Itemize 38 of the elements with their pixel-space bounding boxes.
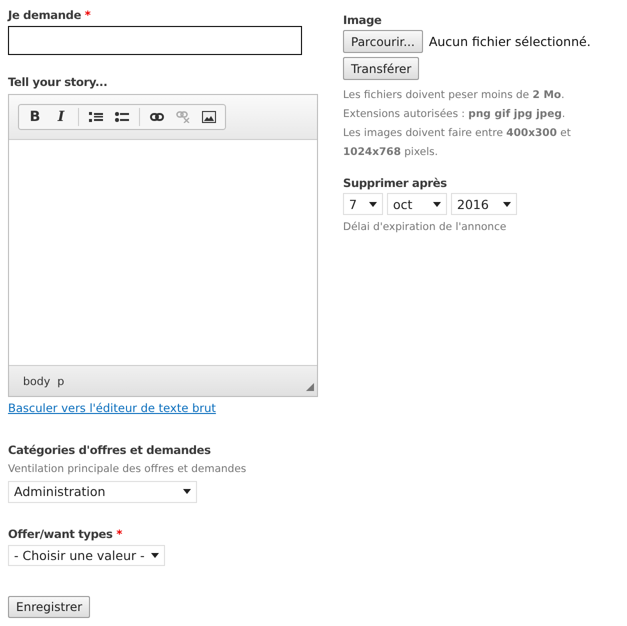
field-label: Offer/want types * [8, 526, 124, 541]
field-label: Catégories d'offres et demandes [8, 443, 212, 458]
resize-handle-icon[interactable] [306, 383, 314, 392]
rich-text-editor[interactable]: B I body p [8, 94, 318, 398]
caret-icon [150, 552, 159, 558]
type-select[interactable]: - Choisir une valeur - [8, 544, 165, 566]
file-status: Aucun fichier sélectionné. [428, 34, 591, 49]
italic-button[interactable]: I [49, 107, 73, 128]
day-select[interactable]: 7 [343, 193, 383, 215]
month-select[interactable]: oct [387, 193, 447, 215]
upload-button[interactable]: Transférer [343, 57, 420, 80]
help-text: Les fichiers doivent peser moins de 2 Mo. [343, 88, 566, 103]
image-icon [202, 111, 216, 124]
help-text: Les images doivent faire entre 400x300 et 1024x768 pixels. [343, 126, 572, 160]
caret-icon [369, 202, 377, 206]
element-path[interactable]: p [57, 374, 64, 388]
year-select[interactable]: 2016 [451, 193, 517, 215]
switch-editor-link[interactable]: Basculer vers l'éditeur de texte brut [8, 401, 318, 416]
bold-button[interactable]: B [23, 107, 47, 128]
save-button[interactable]: Enregistrer [8, 596, 90, 618]
field-label: Je demande * [8, 8, 92, 22]
help-text: Extensions autorisées : png gif jpg jpeg. [343, 107, 566, 122]
caret-icon [503, 202, 511, 206]
numbered-list-icon [89, 111, 103, 124]
element-path[interactable]: body [23, 374, 50, 388]
field-label: Supprimer après [343, 176, 448, 190]
chain-link-icon [150, 112, 164, 122]
caret-icon [433, 202, 441, 206]
field-description: Ventilation principale des offres et demandes [8, 463, 248, 476]
field-label: Image [343, 13, 383, 27]
browse-button[interactable]: Parcourir... [343, 30, 423, 53]
field-description: Délai d'expiration de l'annonce [343, 221, 508, 233]
bulleted-list-icon [115, 111, 129, 124]
field-label: Tell your story... [8, 75, 108, 90]
unlink-icon [176, 111, 190, 124]
category-select[interactable]: Administration [8, 481, 197, 503]
caret-icon [183, 489, 191, 494]
text-field[interactable] [8, 26, 302, 56]
